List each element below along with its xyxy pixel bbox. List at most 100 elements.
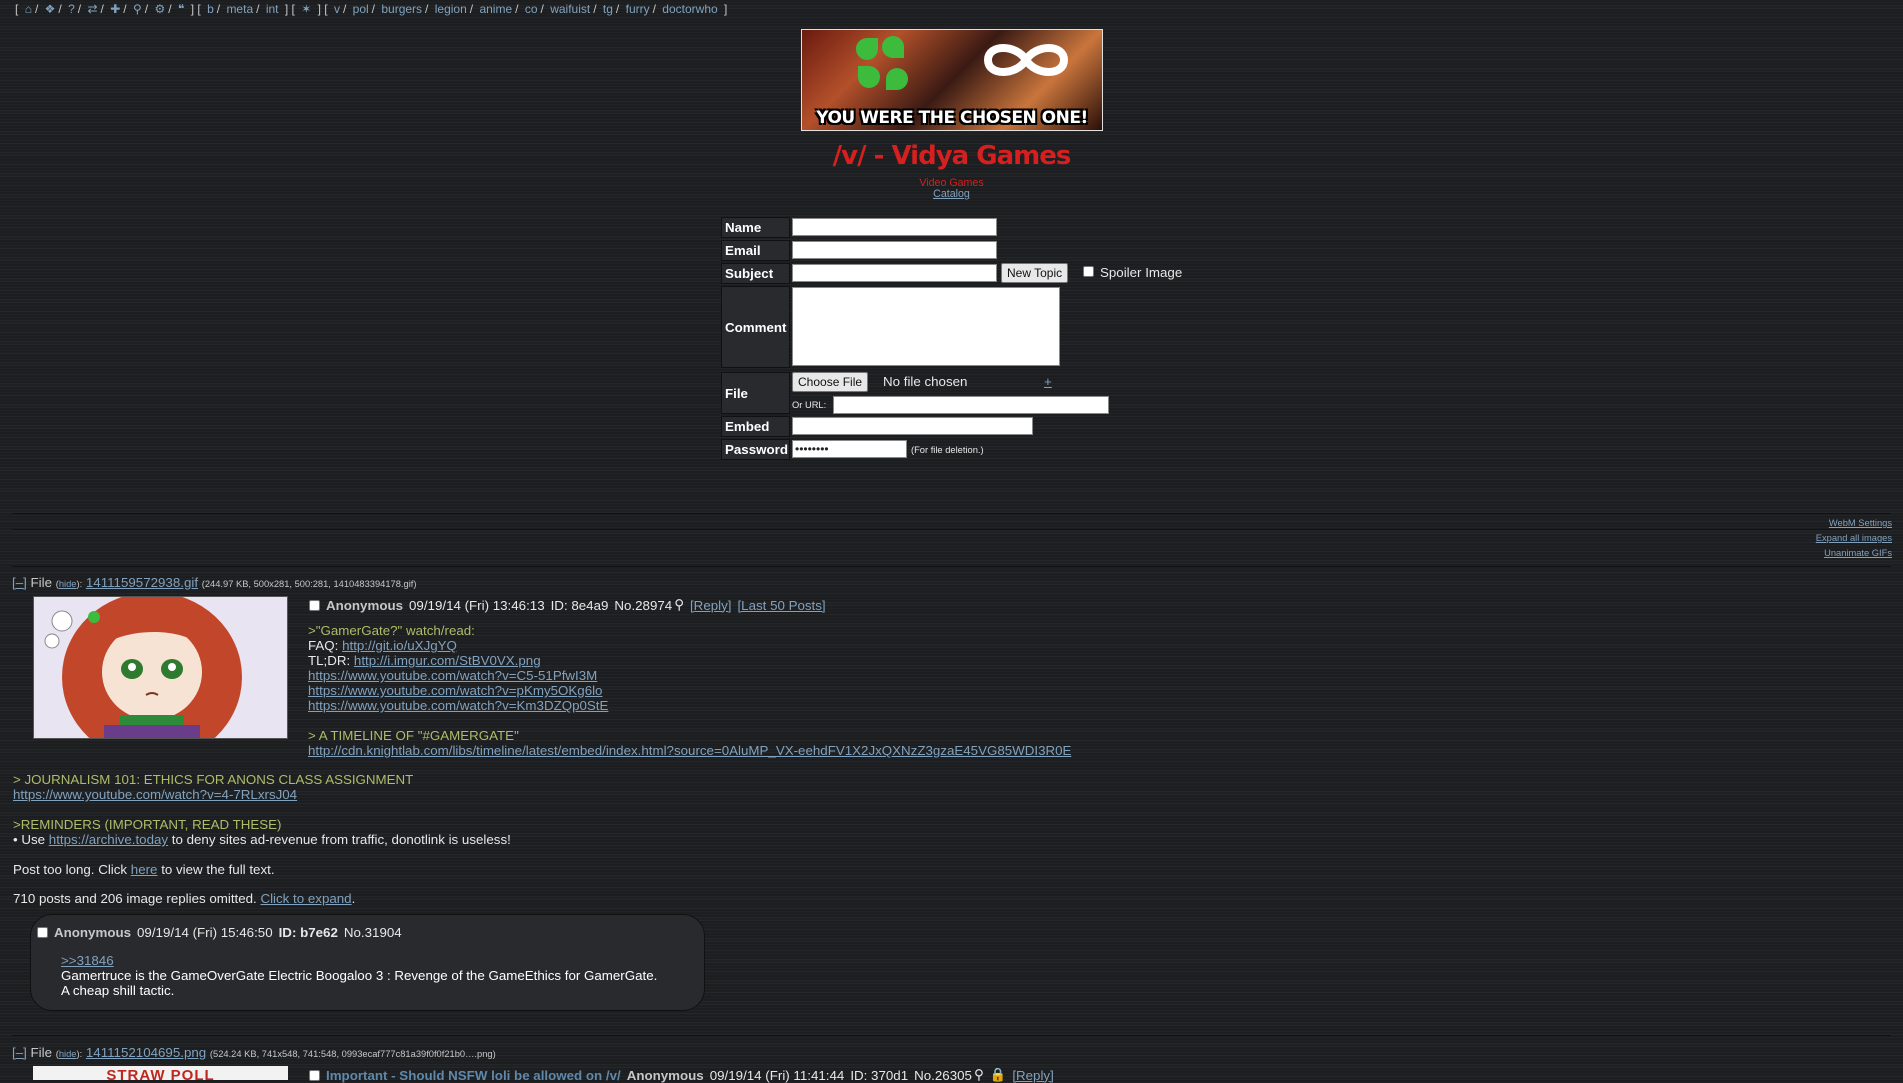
timeline-link[interactable]: http://cdn.knightlab.com/libs/timeline/l… xyxy=(308,743,1071,758)
tags-icon[interactable]: ❖ xyxy=(45,2,56,16)
clover-leaf-icon xyxy=(882,36,904,58)
gear-icon[interactable]: ⚙ xyxy=(154,2,165,16)
reply-poster-name: Anonymous xyxy=(54,925,132,940)
name-input[interactable] xyxy=(792,218,997,236)
board-link-tg[interactable]: tg xyxy=(603,2,613,16)
post-checkbox[interactable] xyxy=(309,599,320,611)
divider xyxy=(12,566,1891,567)
board-link-b[interactable]: b xyxy=(207,2,214,16)
hide-file-link[interactable]: hide xyxy=(59,1049,77,1059)
timeline-quote: > A TIMELINE OF "#GAMERGATE" xyxy=(308,728,519,743)
clover-leaf-icon xyxy=(886,68,908,90)
journalism-quote: > JOURNALISM 101: ETHICS FOR ANONS CLASS… xyxy=(13,772,414,787)
pin-icon: ⚲ xyxy=(674,597,684,612)
board-link-v[interactable]: v xyxy=(334,2,340,16)
file-info: [–] File (hide): 1411159572938.gif (244.… xyxy=(12,575,417,590)
thread-thumbnail[interactable] xyxy=(33,596,288,739)
create-icon[interactable]: ✚ xyxy=(110,2,120,16)
embed-input[interactable] xyxy=(792,417,1033,435)
board-link-meta[interactable]: meta xyxy=(226,2,253,16)
catalog-link[interactable]: Catalog xyxy=(933,188,970,200)
board-link-anime[interactable]: anime xyxy=(479,2,512,16)
hide-file-link[interactable]: hide xyxy=(59,579,77,589)
board-link-doctorwho[interactable]: doctorwho xyxy=(662,2,717,16)
email-input[interactable] xyxy=(792,241,997,259)
board-link-waifuist[interactable]: waifuist xyxy=(550,2,590,16)
board-link-pol[interactable]: pol xyxy=(353,2,369,16)
tldr-label: TL;DR: xyxy=(308,653,351,668)
post-too-long-notice: Post too long. Click here to view the fu… xyxy=(13,862,275,877)
pin-icon: ⚲ xyxy=(973,1067,984,1082)
youtube-link-1[interactable]: https://www.youtube.com/watch?v=C5-51Pfw… xyxy=(308,668,597,683)
password-label: Password xyxy=(721,439,790,460)
board-link-co[interactable]: co xyxy=(525,2,538,16)
faq-label: FAQ: xyxy=(308,638,339,653)
click-to-expand-link[interactable]: Click to expand xyxy=(260,891,351,906)
youtube-link-2[interactable]: https://www.youtube.com/watch?v=pKmy5OKg… xyxy=(308,683,602,698)
tldr-link[interactable]: http://i.imgur.com/StBV0VX.png xyxy=(354,653,541,668)
faq-link[interactable]: http://git.io/uXJgYQ xyxy=(342,638,457,653)
full-text-link[interactable]: here xyxy=(131,862,158,877)
last-50-posts-link[interactable]: [Last 50 Posts] xyxy=(737,598,825,613)
poster-name: Anonymous xyxy=(326,597,404,613)
new-topic-button[interactable]: New Topic xyxy=(1001,263,1069,283)
reply-intro: Anonymous 09/19/14 (Fri) 15:46:50 ID: b7… xyxy=(37,925,402,940)
embed-label: Embed xyxy=(721,416,790,437)
reply-checkbox[interactable] xyxy=(37,927,48,938)
expand-all-images-link[interactable]: Expand all images xyxy=(1816,533,1892,543)
choose-file-button[interactable]: Choose File xyxy=(792,372,869,392)
webm-settings-link[interactable]: WebM Settings xyxy=(1829,518,1892,528)
comment-textarea[interactable] xyxy=(792,287,1060,366)
post-body-continued: > JOURNALISM 101: ETHICS FOR ANONS CLASS… xyxy=(13,772,511,847)
board-link-burgers[interactable]: burgers xyxy=(381,2,422,16)
quote-icon[interactable]: ❝ xyxy=(178,2,184,16)
file-name-link[interactable]: 1411159572938.gif xyxy=(86,575,198,590)
notice-text: Post too long. Click xyxy=(13,862,128,877)
collapse-thread-button[interactable]: [–] xyxy=(12,1045,27,1060)
unanimate-gifs-link[interactable]: Unanimate GIFs xyxy=(1824,548,1892,558)
post-checkbox[interactable] xyxy=(309,1069,320,1081)
or-url-label: Or URL: xyxy=(792,400,827,410)
clover-leaf-icon xyxy=(856,38,878,60)
greentext-line: >"GamerGate?" watch/read: xyxy=(308,623,475,638)
post-date: 09/19/14 (Fri) 11:41:44 xyxy=(709,1067,845,1083)
search-icon[interactable]: ⚲ xyxy=(133,2,142,16)
reminders-quote: >REMINDERS (IMPORTANT, READ THESE) xyxy=(13,817,282,832)
board-link-furry[interactable]: furry xyxy=(626,2,650,16)
reminder-text: • Use xyxy=(13,832,46,847)
archive-link[interactable]: https://archive.today xyxy=(49,832,168,847)
youtube-link-3[interactable]: https://www.youtube.com/watch?v=Km3DZQp0… xyxy=(308,698,608,713)
random-icon[interactable]: ⇄ xyxy=(87,2,97,16)
twitter-icon[interactable]: ✶ xyxy=(301,2,311,16)
post-number[interactable]: No.28974 xyxy=(614,598,672,613)
file-name-link[interactable]: 1411152104695.png xyxy=(86,1045,206,1060)
post-intro: Anonymous 09/19/14 (Fri) 13:46:13 ID: 8e… xyxy=(309,597,826,613)
add-file-link[interactable]: + xyxy=(1044,374,1052,389)
password-input[interactable]: •••••••• xyxy=(792,440,907,458)
thread-thumbnail[interactable]: STRAW POLL xyxy=(33,1066,288,1080)
file-label: File xyxy=(721,372,790,414)
home-icon[interactable]: ⌂ xyxy=(25,2,32,16)
thumbnail-text: STRAW POLL xyxy=(106,1067,215,1080)
file-meta: (524.24 KB, 741x548, 741:548, 0993ecaf77… xyxy=(209,1049,496,1059)
reply-link[interactable]: [Reply] xyxy=(1012,1068,1053,1083)
clover-leaf-icon xyxy=(858,66,880,88)
reply-quote-link[interactable]: >>31846 xyxy=(61,953,114,968)
journalism-link[interactable]: https://www.youtube.com/watch?v=4-7RLxrs… xyxy=(13,787,297,802)
reply-line: A cheap shill tactic. xyxy=(61,983,175,998)
reply-post-number[interactable]: No.31904 xyxy=(344,925,402,940)
board-link-legion[interactable]: legion xyxy=(435,2,467,16)
help-icon[interactable]: ? xyxy=(68,2,75,16)
name-label: Name xyxy=(721,217,790,238)
banner-caption: YOU WERE THE CHOSEN ONE! xyxy=(816,108,1088,128)
post-number[interactable]: No.26305 xyxy=(914,1068,972,1083)
spoiler-checkbox[interactable] xyxy=(1083,266,1094,277)
reply-link[interactable]: [Reply] xyxy=(690,598,731,613)
omitted-notice: 710 posts and 206 image replies omitted.… xyxy=(13,891,356,906)
file-url-input[interactable] xyxy=(833,396,1109,414)
subject-input[interactable] xyxy=(792,264,997,282)
divider xyxy=(12,513,1891,514)
collapse-thread-button[interactable]: [–] xyxy=(12,575,27,590)
poster-id: ID: 370d1 xyxy=(850,1067,909,1083)
board-link-int[interactable]: int xyxy=(266,2,279,16)
